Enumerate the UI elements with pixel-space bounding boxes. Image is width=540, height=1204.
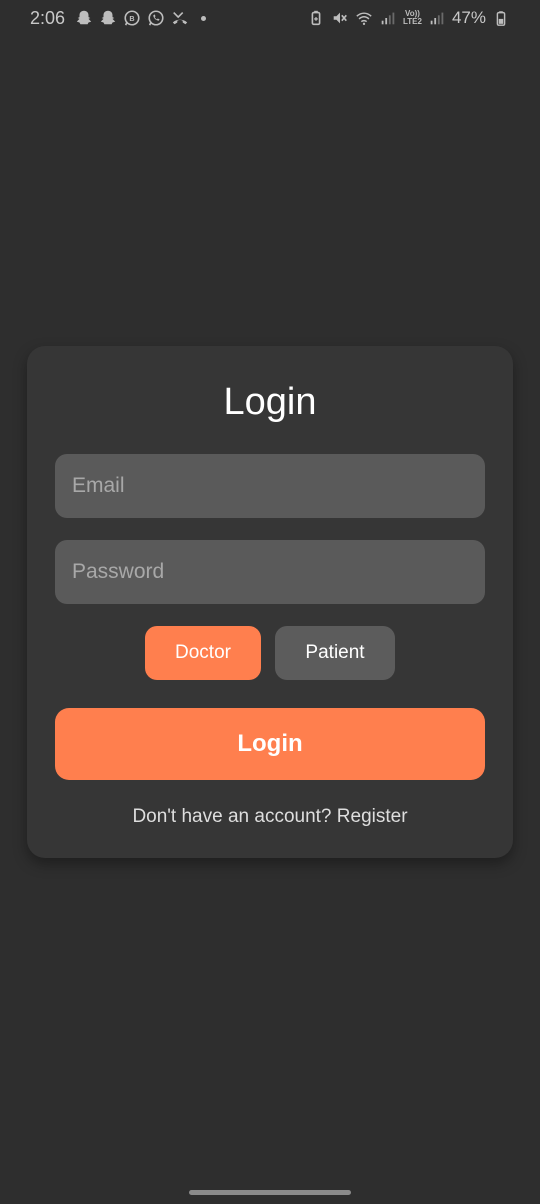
snapchat-icon [99, 9, 117, 27]
doctor-role-button[interactable]: Doctor [145, 626, 261, 680]
email-input[interactable] [55, 454, 485, 518]
wifi-icon [355, 9, 373, 27]
screen: 2:06 B Vo)) LTE2 47% Login Email Doctor … [0, 0, 540, 1204]
whatsapp-icon [147, 9, 165, 27]
snapchat-icon [75, 9, 93, 27]
battery-percent: 47% [451, 8, 486, 27]
signal-icon [428, 9, 446, 27]
login-card: Login Doctor Patient Login Don't have an… [27, 346, 513, 858]
volte-icon: Vo)) LTE2 [403, 10, 422, 26]
notification-dot-icon [201, 15, 207, 21]
password-input[interactable] [55, 540, 485, 604]
home-indicator[interactable] [189, 1190, 351, 1195]
login-title: Login [223, 381, 317, 423]
missed-call-icon [171, 9, 189, 27]
register-link[interactable]: Don't have an account? Register [27, 804, 513, 830]
status-right: Vo)) LTE2 47% [307, 8, 510, 28]
battery-icon [492, 9, 510, 27]
status-left: 2:06 B [30, 7, 207, 29]
battery-saver-icon [307, 9, 325, 27]
mute-icon [331, 9, 349, 27]
signal-icon [379, 9, 397, 27]
login-button[interactable]: Login [55, 708, 485, 780]
status-bar: 2:06 B Vo)) LTE2 47% [0, 0, 540, 36]
status-time: 2:06 [30, 7, 66, 28]
patient-role-button[interactable]: Patient [275, 626, 395, 680]
whatsapp-business-icon: B [123, 9, 141, 27]
svg-text:B: B [129, 14, 134, 23]
volte-line2: LTE2 [403, 17, 422, 26]
